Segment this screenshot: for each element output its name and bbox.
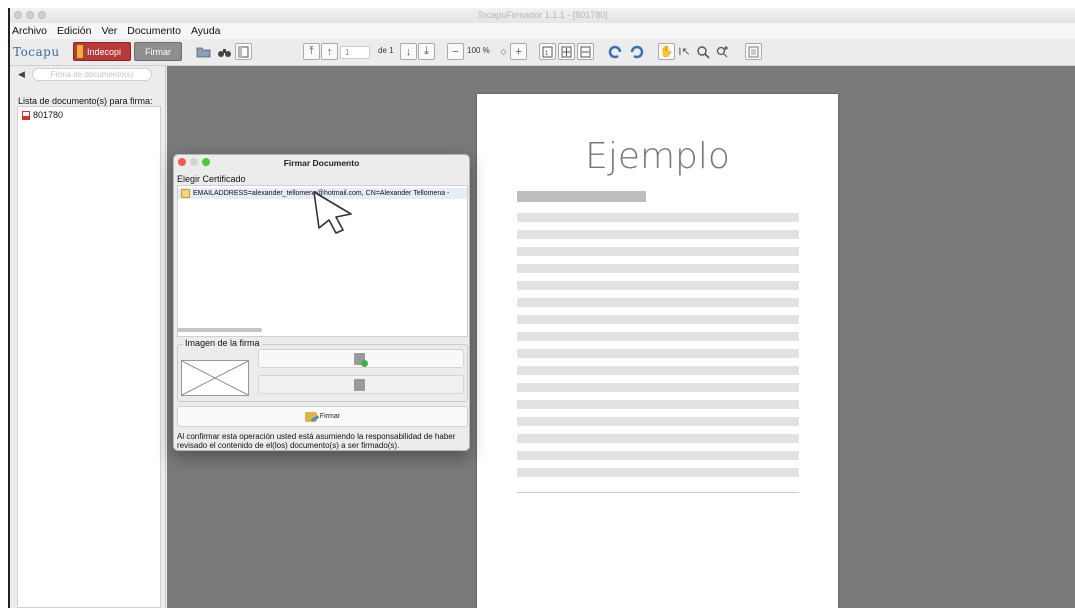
document-page: Ejemplo (477, 94, 838, 608)
remove-image-icon (354, 379, 365, 391)
text-line (517, 451, 799, 460)
previous-page-icon[interactable]: ↑ (321, 43, 338, 60)
firmar-toolbar-button[interactable]: Firmar (134, 42, 182, 61)
document-rule (517, 492, 799, 493)
page-total: de 1 (378, 46, 394, 55)
sign-button[interactable]: Firmar (177, 406, 468, 427)
menu-ayuda[interactable]: Ayuda (191, 25, 221, 37)
pdf-file-icon (22, 110, 30, 120)
add-image-icon (354, 353, 368, 367)
app-logo: Tocapu (13, 45, 60, 59)
indecopi-label: Indecopi (87, 46, 122, 57)
text-line (517, 247, 799, 256)
sidebar-toggle-icon[interactable] (235, 43, 252, 60)
responsibility-notice: Al confirmar esta operación usted está a… (177, 432, 456, 450)
zoom-out-icon[interactable]: − (447, 43, 464, 60)
document-subtitle-bar (517, 191, 646, 202)
open-folder-icon[interactable] (195, 43, 212, 60)
text-line (517, 417, 799, 426)
zoom-tool-icon[interactable] (694, 43, 711, 60)
menu-documento[interactable]: Documento (127, 25, 181, 37)
text-line (517, 400, 799, 409)
zoom-select[interactable]: 100 % (467, 46, 490, 65)
first-page-icon[interactable]: ⤒ (303, 43, 320, 60)
document-properties-icon[interactable] (745, 43, 762, 60)
dynamic-zoom-icon[interactable] (714, 43, 731, 60)
page-number-input[interactable]: 1 (340, 46, 370, 59)
text-line (517, 315, 799, 324)
fit-width-icon[interactable] (577, 43, 594, 60)
add-signature-image-button[interactable] (258, 349, 464, 368)
indecopi-button[interactable]: Indecopi (73, 42, 131, 61)
documents-panel: ◀ Firma de documento(s) Lista de documen… (10, 66, 166, 608)
certificate-label: Elegir Certificado (177, 174, 246, 184)
text-select-icon[interactable]: I↖ (676, 43, 693, 60)
text-line (517, 264, 799, 273)
panel-search-input[interactable]: Firma de documento(s) (32, 68, 152, 81)
actual-size-icon[interactable]: 1 (539, 43, 556, 60)
menu-bar: Archivo Edición Ver Documento Ayuda (10, 23, 1075, 39)
text-line (517, 298, 799, 307)
mouse-pointer-icon (313, 191, 352, 234)
signature-image-group: Imagen de la firma (177, 338, 468, 402)
sign-button-label: Firmar (319, 413, 341, 420)
title-bar: TocapuFirmador 1.1.1 - [801780] (10, 8, 1075, 23)
text-line (517, 281, 799, 290)
binoculars-icon[interactable] (216, 43, 233, 60)
document-name: 801780 (33, 110, 64, 120)
next-page-icon[interactable]: ↓ (400, 43, 417, 60)
certificate-icon (181, 189, 190, 198)
remove-signature-image-button[interactable] (258, 375, 464, 394)
documents-list: 801780 (17, 106, 161, 608)
fit-page-icon[interactable] (558, 43, 575, 60)
text-line (517, 434, 799, 443)
toolbar: Tocapu Indecopi Firmar ⤒ ↑ 1 de 1 ↓ ⤓ − … (10, 39, 1075, 66)
svg-text:1: 1 (545, 51, 549, 57)
collapse-panel-icon[interactable]: ◀ (18, 69, 25, 80)
list-item[interactable]: 801780 (22, 110, 63, 120)
horizontal-scrollbar[interactable] (177, 328, 262, 332)
text-line (517, 468, 799, 477)
rotate-right-icon[interactable] (627, 43, 644, 60)
window-title: TocapuFirmador 1.1.1 - [801780] (477, 10, 608, 20)
signature-image-legend: Imagen de la firma (183, 338, 262, 348)
text-line (517, 349, 799, 358)
last-page-icon[interactable]: ⤓ (418, 43, 435, 60)
hand-tool-icon[interactable]: ✋ (658, 43, 675, 60)
indecopi-icon (77, 45, 83, 58)
document-heading: Ejemplo (585, 136, 730, 177)
documents-list-label: Lista de documento(s) para firma: (18, 96, 153, 106)
menu-ver[interactable]: Ver (101, 25, 117, 37)
rotate-left-icon[interactable] (607, 43, 624, 60)
signature-image-placeholder (181, 360, 249, 396)
dialog-title: Firmar Documento (283, 158, 360, 168)
text-line (517, 230, 799, 239)
text-line (517, 332, 799, 341)
text-line (517, 213, 799, 222)
sign-pen-icon (304, 411, 317, 422)
text-line (517, 383, 799, 392)
menu-archivo[interactable]: Archivo (12, 25, 47, 37)
zoom-in-icon[interactable]: + (510, 43, 527, 60)
app-window: TocapuFirmador 1.1.1 - [801780] Archivo … (8, 8, 1075, 608)
menu-edicion[interactable]: Edición (57, 25, 91, 37)
text-line (517, 366, 799, 375)
